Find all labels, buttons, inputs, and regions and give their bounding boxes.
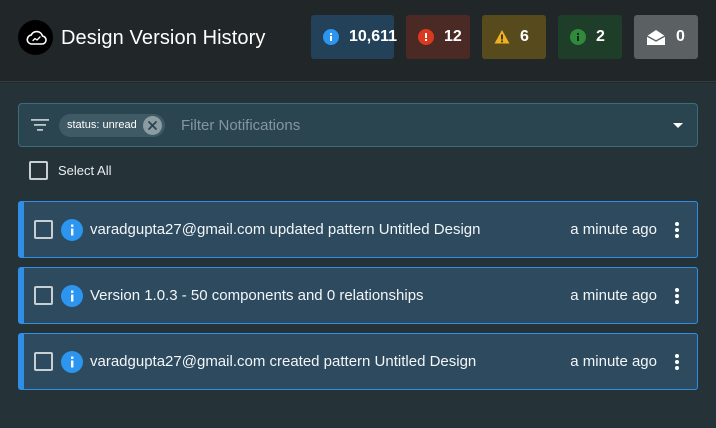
warning-icon: [494, 29, 510, 45]
error-icon: [418, 29, 434, 45]
notification-message: varadgupta27@gmail.com created pattern U…: [90, 353, 477, 370]
info-icon: [61, 219, 83, 241]
notification-checkbox[interactable]: [34, 286, 53, 305]
notification-time: a minute ago: [570, 221, 657, 238]
select-all-label: Select All: [58, 163, 112, 178]
notification-item[interactable]: varadgupta27@gmail.com updated pattern U…: [18, 201, 698, 258]
warning-count-badge[interactable]: 6: [482, 15, 546, 59]
notification-message: varadgupta27@gmail.com updated pattern U…: [90, 221, 481, 238]
error-count-badge[interactable]: 12: [406, 15, 470, 59]
notification-center: Design Version History 10,611 12 6 2 0 s…: [0, 0, 716, 428]
select-all[interactable]: Select All: [29, 161, 111, 180]
open-envelope-icon: [646, 29, 666, 46]
notification-time: a minute ago: [570, 353, 657, 370]
filter-icon[interactable]: [31, 117, 49, 138]
info-icon: [323, 29, 339, 45]
success-count-badge[interactable]: 2: [558, 15, 622, 59]
header: Design Version History 10,611 12 6 2 0: [0, 0, 716, 82]
success-icon: [570, 29, 586, 45]
page-title: Design Version History: [61, 27, 266, 49]
warning-count: 6: [520, 28, 529, 45]
read-count: 0: [676, 28, 685, 45]
success-count: 2: [596, 28, 605, 45]
notification-filter-bar[interactable]: status: unread: [18, 103, 698, 147]
select-all-checkbox[interactable]: [29, 161, 48, 180]
error-count: 12: [444, 28, 462, 45]
info-icon: [61, 285, 83, 307]
notification-checkbox[interactable]: [34, 352, 53, 371]
info-count-badge[interactable]: 10,611: [311, 15, 398, 59]
notifications-panel: status: unread Select All varadgupta27@g…: [0, 83, 716, 428]
more-options-icon[interactable]: [673, 220, 681, 240]
info-count: 10,611: [349, 28, 398, 45]
read-count-badge[interactable]: 0: [634, 15, 698, 59]
more-options-icon[interactable]: [673, 352, 681, 372]
notification-checkbox[interactable]: [34, 220, 53, 239]
more-options-icon[interactable]: [673, 286, 681, 306]
cloud-icon[interactable]: [18, 20, 53, 55]
filter-notifications-input[interactable]: [181, 110, 651, 140]
status-filter-chip: status: unread: [59, 114, 165, 137]
info-icon: [61, 351, 83, 373]
chip-label: status: unread: [67, 119, 137, 131]
notification-message: Version 1.0.3 - 50 components and 0 rela…: [90, 287, 424, 304]
notification-item[interactable]: Version 1.0.3 - 50 components and 0 rela…: [18, 267, 698, 324]
chevron-down-icon[interactable]: [673, 123, 683, 128]
remove-chip-icon[interactable]: [142, 116, 162, 135]
notification-item[interactable]: varadgupta27@gmail.com created pattern U…: [18, 333, 698, 390]
notification-time: a minute ago: [570, 287, 657, 304]
